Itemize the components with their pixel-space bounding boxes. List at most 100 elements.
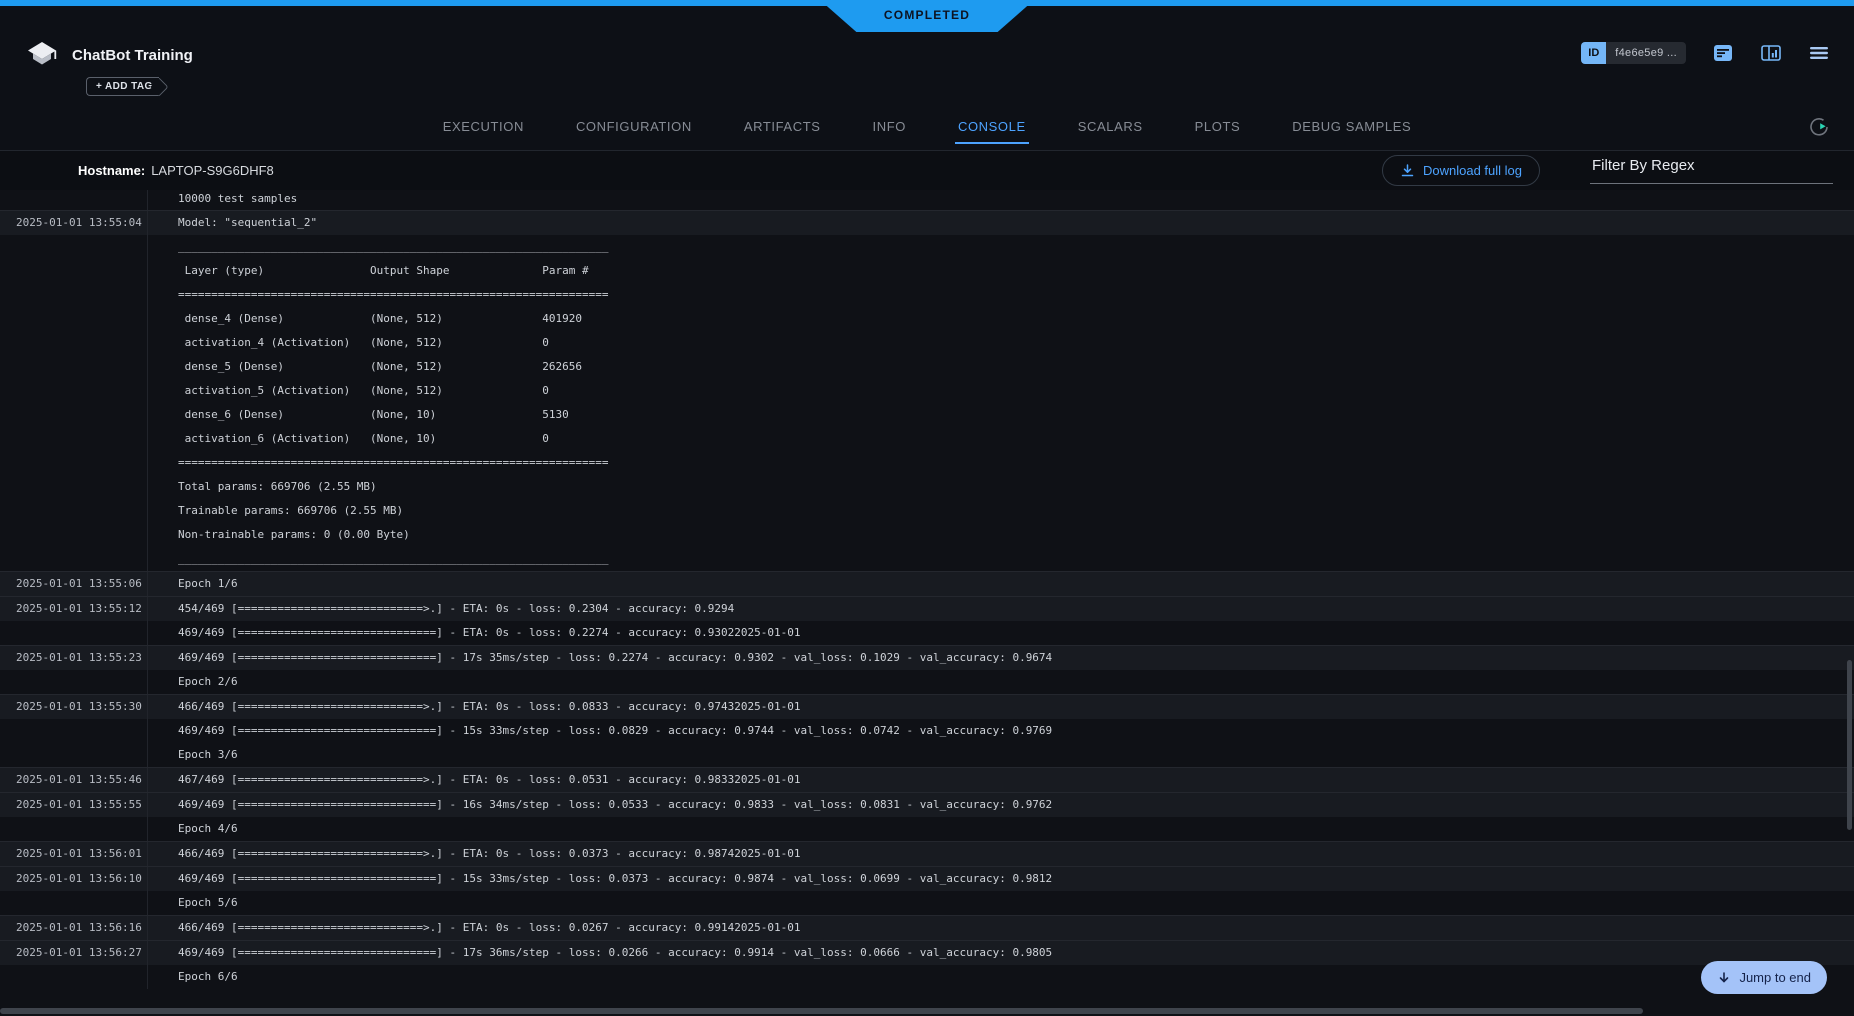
log-line: 466/469 [============================>.]…: [148, 916, 1854, 940]
log-timestamp: [0, 331, 148, 355]
log-row: Epoch 6/6: [0, 965, 1854, 989]
log-entry: 2025-01-01 13:55:30466/469 [============…: [0, 694, 1854, 767]
horizontal-scrollbar[interactable]: [0, 1008, 1643, 1014]
log-line: Model: "sequential_2": [148, 211, 1854, 235]
id-value: f4e6e5e9 ...: [1606, 42, 1686, 64]
log-row: 2025-01-01 13:56:27469/469 [============…: [0, 941, 1854, 965]
log-timestamp: [0, 547, 148, 571]
log-row: dense_6 (Dense) (None, 10) 5130: [0, 403, 1854, 427]
log-row: 2025-01-01 13:55:04Model: "sequential_2": [0, 211, 1854, 235]
log-line: 469/469 [==============================]…: [148, 621, 1854, 645]
log-row: Non-trainable params: 0 (0.00 Byte): [0, 523, 1854, 547]
log-timestamp: 2025-01-01 13:55:12: [0, 597, 148, 621]
tab-console[interactable]: CONSOLE: [955, 110, 1029, 144]
log-row: 10000 test samples: [0, 190, 1854, 210]
log-line: 469/469 [==============================]…: [148, 867, 1854, 891]
console-log: 10000 test samples2025-01-01 13:55:04Mod…: [0, 190, 1854, 1016]
log-line: Total params: 669706 (2.55 MB): [148, 475, 1854, 499]
experiment-logo-icon: [26, 40, 58, 75]
log-line: Non-trainable params: 0 (0.00 Byte): [148, 523, 1854, 547]
log-line: 466/469 [============================>.]…: [148, 842, 1854, 866]
log-timestamp: [0, 451, 148, 475]
log-timestamp: [0, 891, 148, 915]
log-line: dense_4 (Dense) (None, 512) 401920: [148, 307, 1854, 331]
log-line: activation_4 (Activation) (None, 512) 0: [148, 331, 1854, 355]
log-line: dense_6 (Dense) (None, 10) 5130: [148, 403, 1854, 427]
log-entry: 2025-01-01 13:55:12454/469 [============…: [0, 596, 1854, 645]
log-timestamp: 2025-01-01 13:55:46: [0, 768, 148, 792]
log-timestamp: [0, 499, 148, 523]
add-tag-label: + ADD TAG: [96, 81, 153, 92]
log-line: Epoch 6/6: [148, 965, 1854, 989]
jump-to-end-button[interactable]: Jump to end: [1701, 961, 1827, 994]
log-timestamp: [0, 670, 148, 694]
log-row: ========================================…: [0, 451, 1854, 475]
details-panel-icon[interactable]: [1712, 42, 1734, 64]
tab-plots[interactable]: PLOTS: [1192, 110, 1244, 144]
filter-regex-input[interactable]: [1590, 157, 1833, 184]
log-row: Epoch 2/6: [0, 670, 1854, 694]
log-row: 2025-01-01 13:55:55469/469 [============…: [0, 793, 1854, 817]
log-row: 2025-01-01 13:56:01466/469 [============…: [0, 842, 1854, 866]
console-toolbar-right: Download full log: [1382, 155, 1854, 186]
compare-panel-icon[interactable]: [1760, 42, 1782, 64]
log-timestamp: [0, 379, 148, 403]
tab-execution[interactable]: EXECUTION: [440, 110, 527, 144]
log-timestamp: 2025-01-01 13:55:23: [0, 646, 148, 670]
download-full-log-button[interactable]: Download full log: [1382, 155, 1540, 186]
tab-info[interactable]: INFO: [870, 110, 909, 144]
log-line: Epoch 1/6: [148, 572, 1854, 596]
tab-scalars[interactable]: SCALARS: [1075, 110, 1146, 144]
tab-bar: EXECUTION CONFIGURATION ARTIFACTS INFO CONSO…: [0, 104, 1854, 150]
log-line: activation_6 (Activation) (None, 10) 0: [148, 427, 1854, 451]
log-line: Epoch 2/6: [148, 670, 1854, 694]
log-row: dense_4 (Dense) (None, 512) 401920: [0, 307, 1854, 331]
log-row: 2025-01-01 13:56:10469/469 [============…: [0, 867, 1854, 891]
log-entry: 10000 test samples: [0, 190, 1854, 210]
tab-artifacts[interactable]: ARTIFACTS: [741, 110, 824, 144]
menu-icon[interactable]: [1808, 42, 1830, 64]
log-line: 10000 test samples: [148, 190, 1854, 210]
status-badge: COMPLETED: [820, 0, 1034, 32]
log-entry: 2025-01-01 13:55:04Model: "sequential_2"…: [0, 210, 1854, 571]
log-row: ________________________________________…: [0, 235, 1854, 259]
arrow-down-icon: [1717, 971, 1731, 985]
log-entry: 2025-01-01 13:55:55469/469 [============…: [0, 792, 1854, 841]
auto-refresh-icon[interactable]: [1808, 116, 1830, 138]
log-timestamp: [0, 523, 148, 547]
log-row: dense_5 (Dense) (None, 512) 262656: [0, 355, 1854, 379]
log-row: activation_4 (Activation) (None, 512) 0: [0, 331, 1854, 355]
log-entry: 2025-01-01 13:56:01466/469 [============…: [0, 841, 1854, 866]
log-row: 469/469 [==============================]…: [0, 719, 1854, 743]
log-entry: 2025-01-01 13:55:46467/469 [============…: [0, 767, 1854, 792]
log-timestamp: [0, 190, 148, 210]
tab-debug-samples[interactable]: DEBUG SAMPLES: [1289, 110, 1414, 144]
log-row: Epoch 3/6: [0, 743, 1854, 767]
log-line: ________________________________________…: [148, 547, 1854, 571]
hostname-label: Hostname:: [78, 163, 145, 178]
log-entry: 2025-01-01 13:55:06Epoch 1/6: [0, 571, 1854, 596]
tag-point-shape: [150, 77, 168, 95]
log-timestamp: [0, 427, 148, 451]
id-badge[interactable]: ID f4e6e5e9 ...: [1581, 42, 1686, 64]
log-row: 2025-01-01 13:55:30466/469 [============…: [0, 695, 1854, 719]
log-row: ========================================…: [0, 283, 1854, 307]
add-tag-button[interactable]: + ADD TAG: [86, 77, 159, 96]
log-timestamp: 2025-01-01 13:55:30: [0, 695, 148, 719]
log-timestamp: [0, 355, 148, 379]
log-line: Epoch 5/6: [148, 891, 1854, 915]
log-row: Total params: 669706 (2.55 MB): [0, 475, 1854, 499]
log-timestamp: [0, 719, 148, 743]
vertical-scrollbar[interactable]: [1847, 660, 1852, 830]
log-row: 2025-01-01 13:55:46467/469 [============…: [0, 768, 1854, 792]
log-timestamp: 2025-01-01 13:56:01: [0, 842, 148, 866]
log-line: Epoch 3/6: [148, 743, 1854, 767]
tab-configuration[interactable]: CONFIGURATION: [573, 110, 695, 144]
log-line: ________________________________________…: [148, 235, 1854, 259]
id-label: ID: [1581, 42, 1606, 64]
log-timestamp: [0, 621, 148, 645]
log-row: activation_6 (Activation) (None, 10) 0: [0, 427, 1854, 451]
log-timestamp: [0, 965, 148, 989]
log-line: 469/469 [==============================]…: [148, 793, 1854, 817]
log-row: 2025-01-01 13:55:06Epoch 1/6: [0, 572, 1854, 596]
